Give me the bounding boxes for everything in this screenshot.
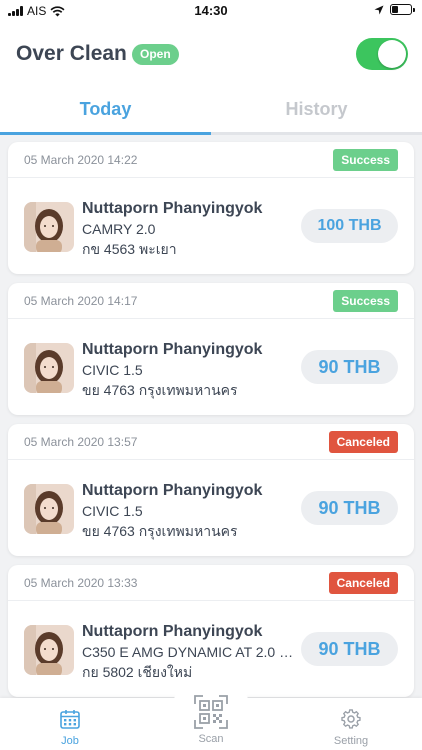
nav-job-label: Job: [61, 735, 79, 747]
customer-name: Nuttaporn Phanyingyok: [82, 200, 263, 217]
tab-bar: Today History: [0, 88, 422, 135]
bottom-nav: Job Scan Setting: [0, 672, 422, 750]
job-datetime: 05 March 2020 13:33: [24, 576, 138, 590]
avatar: [24, 202, 74, 252]
tab-history[interactable]: History: [211, 88, 422, 135]
price-pill: 90 THB: [301, 491, 398, 525]
customer-name: Nuttaporn Phanyingyok: [82, 623, 263, 640]
job-datetime: 05 March 2020 14:22: [24, 153, 138, 167]
job-card-header: 05 March 2020 13:57 Canceled: [8, 424, 414, 460]
status-bar: AIS 14:30: [0, 0, 422, 22]
nav-scan-label: Scan: [198, 733, 224, 745]
open-toggle-switch[interactable]: [356, 38, 408, 70]
job-datetime: 05 March 2020 14:17: [24, 294, 138, 308]
license-plate: ขย 4763 กรุงเทพมหานคร: [82, 382, 238, 398]
nav-job[interactable]: Job: [30, 708, 110, 747]
shop-title: Over Clean: [16, 42, 127, 65]
job-card-header: 05 March 2020 14:22 Success: [8, 142, 414, 178]
nav-setting[interactable]: Setting: [311, 708, 391, 747]
job-card[interactable]: 05 March 2020 14:17 Success Nuttaporn Ph…: [8, 283, 414, 415]
car-model: CIVIC 1.5: [82, 362, 143, 378]
location-arrow-icon: [374, 5, 384, 14]
license-plate: กข 4563 พะเยา: [82, 241, 177, 257]
car-model: CAMRY 2.0: [82, 221, 156, 237]
customer-name: Nuttaporn Phanyingyok: [82, 482, 263, 499]
nav-setting-label: Setting: [333, 735, 369, 747]
job-card[interactable]: 05 March 2020 13:57 Canceled Nuttaporn P…: [8, 424, 414, 556]
status-badge: Success: [333, 149, 398, 171]
job-card-header: 05 March 2020 13:33 Canceled: [8, 565, 414, 601]
job-list: 05 March 2020 14:22 Success Nuttaporn Ph…: [8, 142, 414, 706]
customer-name: Nuttaporn Phanyingyok: [82, 341, 263, 358]
status-badge: Canceled: [328, 572, 398, 594]
avatar: [24, 625, 74, 675]
tab-today[interactable]: Today: [0, 88, 211, 135]
price-pill: 90 THB: [301, 350, 398, 384]
calendar-icon: [60, 710, 80, 729]
job-card-header: 05 March 2020 14:17 Success: [8, 283, 414, 319]
car-model: CIVIC 1.5: [82, 503, 143, 519]
avatar: [24, 343, 74, 393]
qr-code-icon: [194, 695, 228, 729]
gear-icon: [341, 709, 361, 729]
job-card[interactable]: 05 March 2020 14:22 Success Nuttaporn Ph…: [8, 142, 414, 274]
price-pill: 100 THB: [301, 209, 398, 243]
nav-scan[interactable]: Scan: [171, 694, 251, 745]
price-pill: 90 THB: [301, 632, 398, 666]
status-badge: Canceled: [328, 431, 398, 453]
status-badge: Success: [333, 290, 398, 312]
car-model: C350 E AMG DYNAMIC AT 2.0 HYBRID: [82, 644, 300, 660]
toggle-knob: [378, 40, 406, 68]
license-plate: ขย 4763 กรุงเทพมหานคร: [82, 523, 238, 539]
battery-icon: [390, 4, 415, 15]
open-status-badge: Open: [132, 44, 179, 65]
clock: 14:30: [194, 3, 228, 18]
avatar: [24, 484, 74, 534]
job-datetime: 05 March 2020 13:57: [24, 435, 138, 449]
app-header: Over Clean Open: [0, 22, 422, 88]
